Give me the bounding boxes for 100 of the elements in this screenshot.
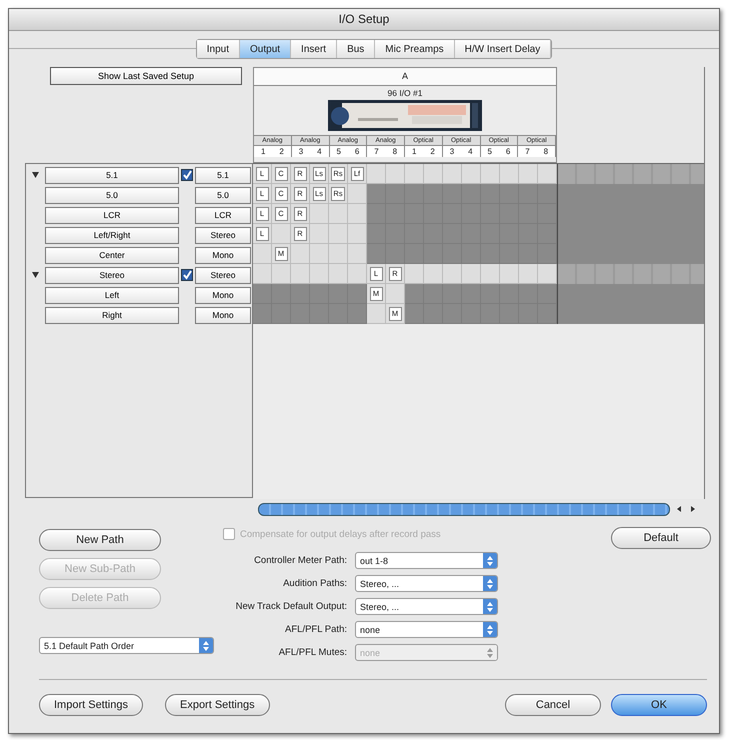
path-format-button[interactable]: LCR <box>195 206 251 224</box>
matrix-cell[interactable] <box>500 184 519 204</box>
matrix-cell[interactable] <box>500 244 519 264</box>
matrix-cell[interactable] <box>538 264 557 284</box>
matrix-cell[interactable] <box>424 284 443 304</box>
matrix-cell[interactable] <box>367 184 386 204</box>
matrix-cell[interactable] <box>253 264 272 284</box>
tab[interactable]: Bus <box>337 40 376 58</box>
matrix-cell[interactable] <box>538 184 557 204</box>
matrix-cell[interactable] <box>500 304 519 324</box>
matrix-cell[interactable] <box>310 204 329 224</box>
matrix-cell[interactable] <box>443 264 462 284</box>
matrix-cell[interactable] <box>443 184 462 204</box>
path-format-button[interactable]: 5.0 <box>195 186 251 204</box>
matrix-cell[interactable] <box>462 284 481 304</box>
path-name-button[interactable]: Center <box>45 246 179 264</box>
path-format-button[interactable]: Mono <box>195 246 251 264</box>
matrix-cell[interactable] <box>538 224 557 244</box>
matrix-cell[interactable] <box>443 284 462 304</box>
matrix-cell[interactable] <box>405 244 424 264</box>
matrix-cell[interactable] <box>253 304 272 324</box>
path-name-button[interactable]: 5.1 <box>45 166 179 184</box>
matrix-cell[interactable] <box>462 184 481 204</box>
matrix-cell[interactable] <box>443 164 462 184</box>
matrix-cell[interactable] <box>348 184 367 204</box>
matrix-cell[interactable] <box>424 244 443 264</box>
matrix-cell[interactable] <box>481 244 500 264</box>
setting-select[interactable]: Stereo, ... <box>355 575 498 592</box>
matrix-cell[interactable] <box>424 164 443 184</box>
setting-select[interactable]: Stereo, ... <box>355 598 498 615</box>
tab[interactable]: H/W Insert Delay <box>454 40 552 58</box>
matrix-cell[interactable] <box>443 244 462 264</box>
matrix-cell[interactable] <box>538 284 557 304</box>
matrix-cell[interactable] <box>538 204 557 224</box>
path-checkbox[interactable] <box>181 169 193 181</box>
matrix-cell[interactable] <box>291 244 310 264</box>
matrix-cell[interactable] <box>367 204 386 224</box>
default-button[interactable]: Default <box>611 527 711 549</box>
path-name-button[interactable]: 5.0 <box>45 186 179 204</box>
matrix-cell[interactable] <box>424 304 443 324</box>
matrix-cell[interactable] <box>500 164 519 184</box>
path-format-button[interactable]: Stereo <box>195 266 251 284</box>
matrix-cell[interactable] <box>538 244 557 264</box>
path-name-button[interactable]: Left <box>45 286 179 304</box>
matrix-cell[interactable] <box>386 244 405 264</box>
matrix-cell[interactable] <box>367 164 386 184</box>
matrix-cell[interactable] <box>462 164 481 184</box>
matrix-cell[interactable] <box>386 284 405 304</box>
show-last-saved-button[interactable]: Show Last Saved Setup <box>50 67 242 85</box>
matrix-cell[interactable] <box>348 224 367 244</box>
matrix-cell[interactable] <box>481 304 500 324</box>
matrix-cell[interactable] <box>462 304 481 324</box>
footer-button[interactable]: OK <box>611 694 707 716</box>
setting-select[interactable]: out 1-8 <box>355 552 498 569</box>
matrix-cell[interactable] <box>310 304 329 324</box>
path-name-button[interactable]: Stereo <box>45 266 179 284</box>
matrix-cell[interactable] <box>310 244 329 264</box>
matrix-cell[interactable] <box>519 264 538 284</box>
setting-select[interactable]: none <box>355 621 498 638</box>
matrix-cell[interactable] <box>291 284 310 304</box>
matrix-cell[interactable] <box>348 264 367 284</box>
matrix-cell[interactable] <box>538 164 557 184</box>
path-format-button[interactable]: Mono <box>195 306 251 324</box>
matrix-cell[interactable] <box>310 284 329 304</box>
path-name-button[interactable]: LCR <box>45 206 179 224</box>
matrix-cell[interactable] <box>272 224 291 244</box>
path-format-button[interactable]: Stereo <box>195 226 251 244</box>
matrix-cell[interactable] <box>348 284 367 304</box>
matrix-cell[interactable] <box>481 184 500 204</box>
matrix-cell[interactable] <box>291 304 310 324</box>
matrix-cell[interactable] <box>348 204 367 224</box>
matrix-cell[interactable] <box>272 264 291 284</box>
matrix-cell[interactable] <box>367 244 386 264</box>
matrix-cell[interactable] <box>405 164 424 184</box>
tab[interactable]: Input <box>196 40 240 58</box>
matrix-cell[interactable] <box>329 224 348 244</box>
path-name-button[interactable]: Left/Right <box>45 226 179 244</box>
matrix-cell[interactable] <box>272 304 291 324</box>
path-format-button[interactable]: 5.1 <box>195 166 251 184</box>
matrix-cell[interactable] <box>405 264 424 284</box>
matrix-cell[interactable] <box>405 184 424 204</box>
matrix-cell[interactable] <box>519 244 538 264</box>
matrix-cell[interactable] <box>481 284 500 304</box>
matrix-cell[interactable] <box>253 284 272 304</box>
matrix-cell[interactable] <box>481 164 500 184</box>
expanded-triangle-icon[interactable] <box>31 171 40 179</box>
matrix-cell[interactable] <box>519 184 538 204</box>
matrix-cell[interactable] <box>367 304 386 324</box>
tab[interactable]: Mic Preamps <box>375 40 455 58</box>
matrix-cell[interactable] <box>500 264 519 284</box>
expanded-triangle-icon[interactable] <box>31 271 40 279</box>
matrix-cell[interactable] <box>310 224 329 244</box>
matrix-cell[interactable] <box>462 244 481 264</box>
matrix-cell[interactable] <box>367 224 386 244</box>
footer-button[interactable]: Import Settings <box>39 694 143 716</box>
matrix-cell[interactable] <box>424 184 443 204</box>
matrix-cell[interactable] <box>329 244 348 264</box>
matrix-cell[interactable] <box>329 204 348 224</box>
matrix-cell[interactable] <box>253 244 272 264</box>
matrix-cell[interactable] <box>329 304 348 324</box>
